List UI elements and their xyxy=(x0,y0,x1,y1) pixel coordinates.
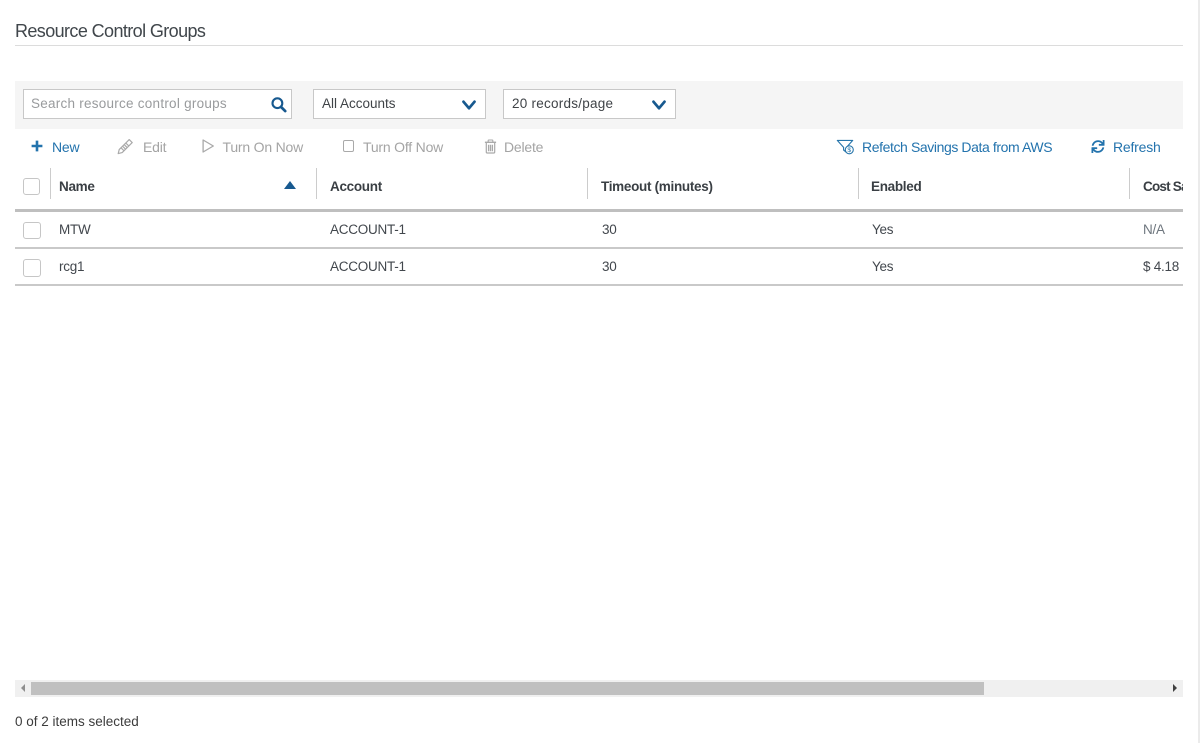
svg-text:$: $ xyxy=(847,147,851,154)
